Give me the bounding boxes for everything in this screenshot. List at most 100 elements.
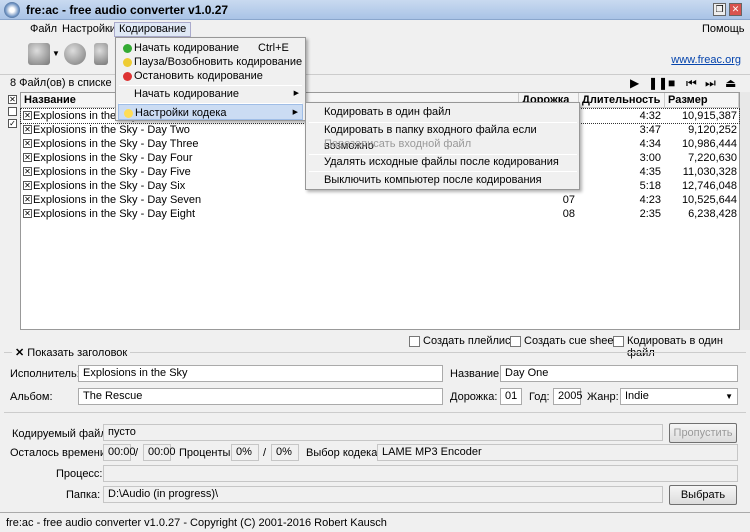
play-icon[interactable]: ▶ — [630, 76, 639, 90]
codec-label: Выбор кодека: — [306, 447, 381, 459]
select-none-checkbox[interactable] — [8, 107, 17, 116]
divider — [4, 412, 746, 413]
slash: / — [135, 447, 139, 459]
year-label: Год: — [529, 391, 550, 403]
year-input[interactable]: 2005 — [553, 388, 582, 405]
time-left-label: Осталось времени: — [10, 447, 110, 459]
row-checkbox[interactable]: ✕ — [23, 195, 32, 204]
table-row[interactable]: ✕ Explosions in the Sky - Day Eight 08 2… — [21, 207, 739, 221]
app-icon — [4, 2, 20, 18]
title-input[interactable]: Day One — [500, 365, 738, 382]
codec-field: LAME MP3 Encoder — [377, 444, 738, 461]
genre-value: Indie — [625, 390, 649, 402]
percent-total-field: 0% — [271, 444, 299, 461]
track-label: Дорожка: — [450, 391, 498, 403]
row-track: 08 — [562, 208, 575, 220]
row-checkbox[interactable]: ✕ — [23, 125, 32, 134]
toolbar: ▼ www.freac.org — [0, 37, 750, 75]
eject-icon[interactable]: ⏏ — [725, 76, 736, 90]
row-size: 10,915,387 — [681, 110, 737, 122]
menu-settings[interactable]: Настройки — [58, 23, 120, 38]
process-bar — [103, 465, 738, 482]
create-cue-checkbox[interactable] — [510, 336, 521, 347]
menu-item-stop[interactable]: Остановить кодирование — [118, 68, 303, 84]
row-length: 3:47 — [639, 124, 661, 136]
column-length[interactable]: Длительность — [579, 93, 665, 108]
encode-menu: Начать кодирование Ctrl+E Пауза/Возобнови… — [115, 37, 306, 121]
menu-item-single-file[interactable]: Кодировать в один файл — [308, 104, 578, 120]
previous-icon[interactable]: ⏮ — [686, 76, 697, 91]
encode-single-checkbox[interactable] — [613, 336, 624, 347]
menu-item-start-submenu[interactable]: Начать кодирование ▶ — [118, 86, 303, 102]
slash: / — [263, 447, 267, 459]
percent-file-field: 0% — [231, 444, 259, 461]
menu-encode[interactable]: Кодирование — [114, 22, 192, 37]
menu-file[interactable]: Файл — [26, 23, 61, 38]
row-size: 6,238,428 — [688, 208, 737, 220]
row-length: 4:35 — [639, 166, 661, 178]
menu-item-delete-source[interactable]: Удалять исходные файлы после кодирования — [308, 154, 578, 170]
process-label: Процесс: — [56, 468, 103, 480]
row-size: 10,525,644 — [681, 194, 737, 206]
browse-button[interactable]: Выбрать — [669, 485, 737, 505]
menubar: Файл Настройки Кодирование Помощь — [0, 20, 750, 37]
scrollbar[interactable] — [740, 92, 750, 330]
menu-item-codec-settings[interactable]: Настройки кодека ▶ — [118, 104, 303, 120]
create-playlist-label: Создать плейлист — [423, 335, 516, 347]
row-title: Explosions in the Sky - Day Six — [33, 180, 186, 192]
row-checkbox[interactable]: ✕ — [23, 181, 32, 190]
menu-item-label: Начать кодирование — [134, 42, 240, 54]
menu-item-overwrite: Перезаписать входной файл — [324, 138, 472, 150]
row-track: 07 — [562, 194, 575, 206]
next-icon[interactable]: ⏭ — [705, 76, 716, 91]
create-playlist-checkbox[interactable] — [409, 336, 420, 347]
add-files-icon[interactable] — [28, 43, 50, 65]
row-checkbox[interactable]: ✕ — [23, 139, 32, 148]
row-title: Explosions in the Sky - Day Four — [33, 152, 193, 164]
table-row[interactable]: ✕ Explosions in the Sky - Day Seven 07 4… — [21, 193, 739, 207]
row-checkbox[interactable]: ✕ — [23, 167, 32, 176]
window-title: fre:ac - free audio converter v1.0.27 — [26, 3, 229, 17]
chevron-right-icon: ▶ — [292, 109, 298, 116]
time-total-field: 00:00 — [143, 444, 176, 461]
stop-icon[interactable]: ■ — [668, 76, 675, 90]
skip-button[interactable]: Пропустить — [669, 423, 737, 443]
row-checkbox[interactable]: ✕ — [23, 153, 32, 162]
row-title: Explosions in the Sky - Day Eight — [33, 208, 196, 220]
genre-select[interactable]: Indie ▼ — [620, 388, 738, 405]
file-count: 8 Файл(ов) в списке (3 — [10, 77, 125, 89]
website-link[interactable]: www.freac.org — [671, 54, 741, 66]
menu-item-shutdown[interactable]: Выключить компьютер после кодирования — [308, 172, 578, 188]
create-cue-label: Создать cue sheet — [524, 335, 617, 347]
menu-item-label: Пауза/Возобновить кодирование — [134, 56, 303, 68]
chevron-down-icon[interactable]: ▼ — [52, 49, 60, 58]
menu-help[interactable]: Помощь — [698, 23, 749, 38]
show-tags-toggle[interactable]: ✕ Показать заголовок — [12, 346, 131, 359]
show-tags-label: Показать заголовок — [27, 347, 128, 359]
column-size[interactable]: Размер — [665, 93, 739, 108]
album-label: Альбом: — [10, 391, 53, 403]
toggle-selection-checkbox[interactable]: ✓ — [8, 119, 17, 128]
file-icon[interactable] — [94, 43, 108, 65]
time-left-field: 00:00 — [103, 444, 136, 461]
title-bar: fre:ac - free audio converter v1.0.27 ❐ … — [0, 0, 750, 20]
album-input[interactable]: The Rescue — [78, 388, 443, 405]
select-all-checkbox[interactable]: ✕ — [8, 95, 17, 104]
track-input[interactable]: 01 — [500, 388, 522, 405]
restore-button[interactable]: ❐ — [713, 3, 726, 16]
row-size: 11,030,328 — [682, 166, 737, 178]
menu-item-label: Начать кодирование — [134, 88, 240, 100]
row-checkbox[interactable]: ✕ — [23, 209, 32, 218]
settings-icon — [124, 109, 133, 118]
artist-input[interactable]: Explosions in the Sky — [78, 365, 443, 382]
play-icon — [123, 44, 132, 53]
stop-icon — [123, 72, 132, 81]
row-checkbox[interactable]: ✕ — [23, 111, 32, 120]
cd-audio-icon[interactable] — [64, 43, 86, 65]
close-button[interactable]: ✕ — [729, 3, 742, 16]
menu-item-label: Настройки кодека — [135, 107, 227, 119]
codec-submenu: Кодировать в один файл Кодировать в папк… — [305, 102, 580, 190]
folder-label: Папка: — [66, 489, 101, 501]
pause-icon[interactable]: ❚❚ — [648, 76, 668, 90]
folder-field: D:\Audio (in progress)\ — [103, 486, 663, 503]
